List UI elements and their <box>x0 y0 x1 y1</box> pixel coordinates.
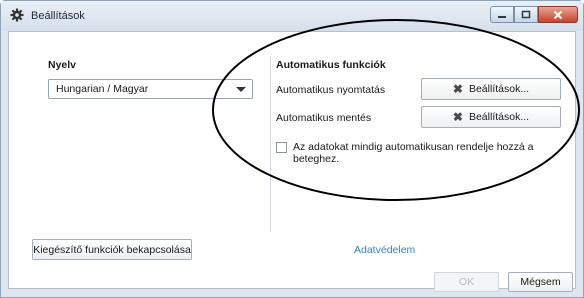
auto-save-settings-label: Beállítások... <box>468 111 530 123</box>
auto-print-label: Automatikus nyomtatás <box>276 84 386 96</box>
auto-save-settings-button[interactable]: ✖ Beállítások... <box>421 106 561 128</box>
close-icon <box>553 10 563 19</box>
minimize-icon <box>498 15 506 18</box>
close-x-icon: ✖ <box>452 82 463 96</box>
settings-panel: Nyelv Hungarian / Magyar Automatikus fun… <box>8 31 576 292</box>
auto-functions-heading: Automatikus funkciók <box>276 59 386 71</box>
language-select[interactable]: Hungarian / Magyar <box>48 79 253 99</box>
maximize-button[interactable] <box>514 6 538 23</box>
auto-print-settings-button[interactable]: ✖ Beállítások... <box>421 78 561 100</box>
addons-button-label: Kiegészítő funkciók bekapcsolása <box>33 243 191 256</box>
chevron-down-icon <box>236 87 246 92</box>
auto-save-label: Automatikus mentés <box>276 112 372 124</box>
ok-button-label: OK <box>458 276 475 288</box>
privacy-link[interactable]: Adatvédelem <box>354 244 415 256</box>
section-divider <box>270 56 271 232</box>
language-select-value: Hungarian / Magyar <box>56 83 149 95</box>
maximize-icon <box>521 10 531 19</box>
title-bar[interactable]: Beállítások <box>1 1 583 31</box>
addons-button[interactable]: Kiegészítő funkciók bekapcsolása <box>32 239 192 260</box>
window-title: Beállítások <box>31 10 85 22</box>
minimize-button[interactable] <box>490 6 514 23</box>
cancel-button-label: Mégsem <box>520 276 561 288</box>
ok-button[interactable]: OK <box>434 272 499 292</box>
settings-window: Beállítások Nyelv Hungarian / Magyar Aut… <box>0 0 584 298</box>
language-heading: Nyelv <box>48 59 77 71</box>
close-x-icon: ✖ <box>452 110 463 124</box>
auto-assign-checkbox[interactable] <box>276 142 287 153</box>
cancel-button[interactable]: Mégsem <box>508 272 573 292</box>
gear-icon <box>10 8 24 22</box>
auto-assign-label: Az adatokat mindig automatikusan rendelj… <box>293 141 534 165</box>
close-button[interactable] <box>538 6 578 23</box>
window-controls <box>490 6 578 23</box>
auto-print-settings-label: Beállítások... <box>468 83 530 95</box>
